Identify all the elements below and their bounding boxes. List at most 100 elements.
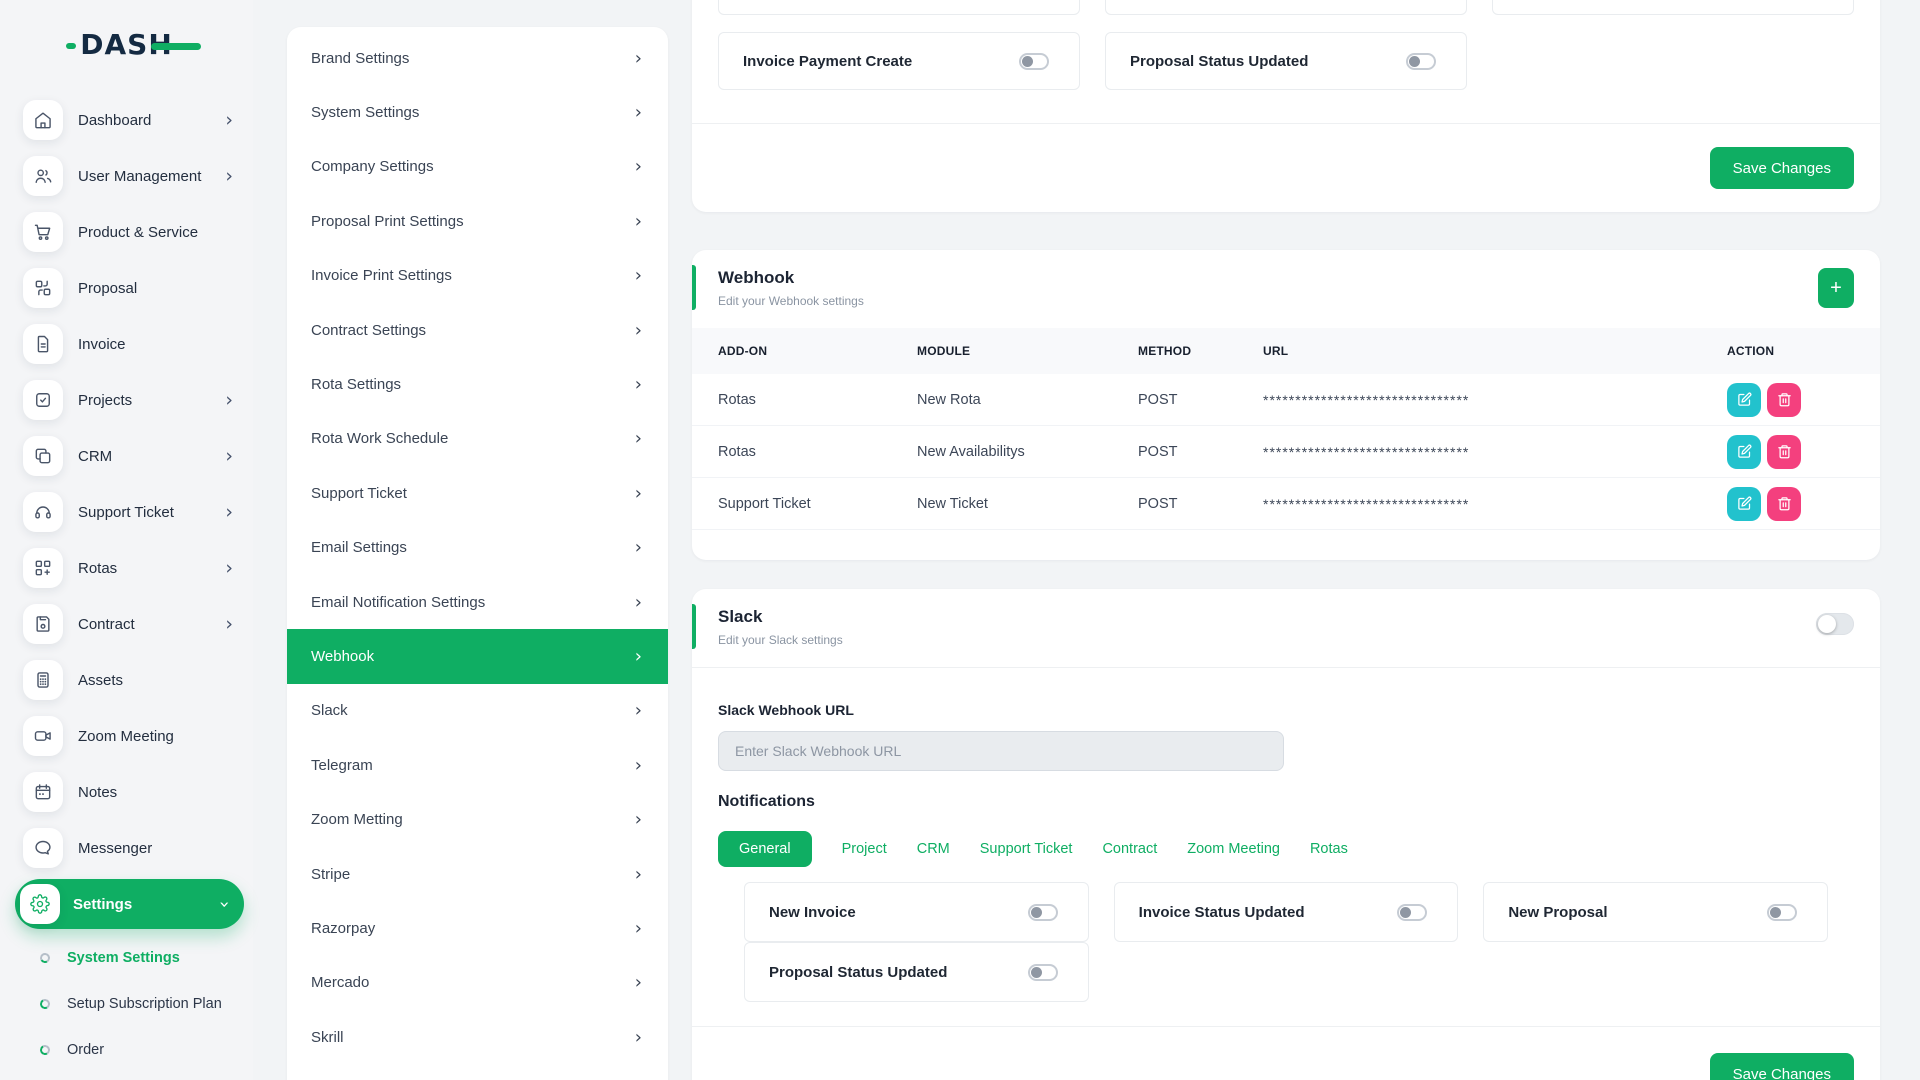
sidebar-item[interactable]: User Management › (0, 148, 253, 204)
webhook-card-header: Webhook Edit your Webhook settings + (692, 250, 1880, 328)
settings-menu-item[interactable]: Email Settings › (287, 521, 668, 575)
notification-tab[interactable]: CRM (917, 841, 950, 857)
edit-button[interactable] (1727, 487, 1761, 521)
notification-tab[interactable]: General (718, 831, 812, 867)
edit-button[interactable] (1727, 383, 1761, 417)
chevron-right-icon: › (635, 864, 642, 885)
slack-webhook-url-input[interactable] (718, 731, 1284, 771)
notification-tab[interactable]: Zoom Meeting (1187, 841, 1280, 857)
settings-menu-item[interactable]: Zoom Metting › (287, 792, 668, 846)
card-footer: Save Changes (692, 123, 1880, 212)
settings-menu-item[interactable]: Razorpay › (287, 901, 668, 955)
settings-menu-item-label: Webhook (311, 648, 374, 665)
notification-tab[interactable]: Contract (1102, 841, 1157, 857)
settings-menu-item[interactable]: Skrill › (287, 1010, 668, 1064)
settings-menu-item[interactable]: Rota Settings › (287, 357, 668, 411)
chevron-right-icon: › (635, 102, 642, 123)
sidebar-item[interactable]: Support Ticket › (0, 484, 253, 540)
cell-module: New Availabilitys (917, 444, 1138, 460)
toggle-switch[interactable] (1019, 53, 1049, 70)
cell-module: New Ticket (917, 496, 1138, 512)
settings-submenu-item[interactable]: Order (0, 1027, 253, 1073)
sidebar-item[interactable]: Messenger › (0, 820, 253, 876)
chevron-right-icon: › (635, 537, 642, 558)
edit-button[interactable] (1727, 435, 1761, 469)
sidebar-item[interactable]: Contract › (0, 596, 253, 652)
settings-menu-item[interactable]: Mercado › (287, 956, 668, 1010)
sidebar-item[interactable]: Assets › (0, 652, 253, 708)
settings-menu-item[interactable]: Contract Settings › (287, 303, 668, 357)
chevron-right-icon: › (225, 111, 233, 130)
settings-menu-item[interactable]: Telegram › (287, 738, 668, 792)
settings-submenu-item[interactable]: System Settings (0, 935, 253, 981)
app-logo[interactable]: DASH (0, 18, 253, 70)
notification-tab[interactable]: Project (842, 841, 887, 857)
chevron-right-icon: › (225, 447, 233, 466)
assets-icon (23, 660, 63, 700)
save-changes-button[interactable]: Save Changes (1710, 147, 1854, 189)
add-webhook-button[interactable]: + (1818, 268, 1854, 308)
toggle-knob (1818, 615, 1836, 633)
settings-menu-item[interactable]: Support Ticket › (287, 466, 668, 520)
settings-menu-item[interactable]: Webhook › (287, 629, 668, 683)
sidebar-item[interactable]: Zoom Meeting › (0, 708, 253, 764)
slack-enable-toggle[interactable] (1816, 613, 1854, 635)
notification-toggle-card: New Proposal (1483, 882, 1828, 942)
toggle-switch[interactable] (1767, 904, 1797, 921)
notification-tabs: General Project CRM Support Ticket Contr… (718, 831, 1854, 867)
chevron-right-icon: › (635, 211, 642, 232)
settings-menu-item[interactable]: Rota Work Schedule › (287, 412, 668, 466)
settings-menu-item[interactable]: Stripe › (287, 847, 668, 901)
slack-card-header: Slack Edit your Slack settings (692, 589, 1880, 668)
chevron-right-icon: › (635, 755, 642, 776)
chevron-right-icon: › (225, 615, 233, 634)
sidebar-item[interactable]: Notes › (0, 764, 253, 820)
sidebar-item[interactable]: Proposal › (0, 260, 253, 316)
save-changes-button[interactable]: Save Changes (1710, 1053, 1854, 1080)
partial-toggle-card (718, 0, 1080, 15)
webhook-table-row: Support Ticket New Ticket POST *********… (692, 478, 1880, 530)
cell-url: ******************************** (1263, 496, 1727, 512)
settings-menu-panel: Brand Settings › System Settings › Compa… (287, 27, 668, 1080)
sidebar-item-label: Settings (73, 896, 221, 913)
submenu-item-label: System Settings (67, 950, 180, 966)
chevron-right-icon: › (635, 972, 642, 993)
notification-tab[interactable]: Support Ticket (980, 841, 1073, 857)
notification-tab[interactable]: Rotas (1310, 841, 1348, 857)
settings-menu-item[interactable]: Invoice Print Settings › (287, 249, 668, 303)
delete-button[interactable] (1767, 435, 1801, 469)
settings-submenu-item[interactable]: Setup Subscription Plan (0, 981, 253, 1027)
notification-toggle-card: New Invoice (744, 882, 1089, 942)
delete-button[interactable] (1767, 487, 1801, 521)
settings-menu-item[interactable]: Proposal Print Settings › (287, 194, 668, 248)
settings-menu-item-label: Rota Settings (311, 376, 401, 393)
cell-module: New Rota (917, 392, 1138, 408)
settings-menu-item[interactable]: Slack › (287, 684, 668, 738)
sidebar-item[interactable]: Product & Service › (0, 204, 253, 260)
partial-toggle-card (1492, 0, 1854, 15)
toggle-switch[interactable] (1406, 53, 1436, 70)
settings-menu-item[interactable]: Company Settings › (287, 140, 668, 194)
sidebar-item[interactable]: Invoice › (0, 316, 253, 372)
sidebar-item[interactable]: Rotas › (0, 540, 253, 596)
chevron-right-icon: › (635, 156, 642, 177)
submenu-item-label: Setup Subscription Plan (67, 996, 222, 1012)
settings-menu-item[interactable]: Brand Settings › (287, 31, 668, 85)
chevron-right-icon: › (635, 592, 642, 613)
sidebar-item[interactable]: CRM › (0, 428, 253, 484)
edit-icon (1737, 392, 1752, 407)
toggle-switch[interactable] (1028, 964, 1058, 981)
invoice-icon (23, 324, 63, 364)
cell-method: POST (1138, 496, 1263, 512)
sidebar-item[interactable]: Projects › (0, 372, 253, 428)
sidebar-item[interactable]: Dashboard › (0, 92, 253, 148)
toggle-switch[interactable] (1397, 904, 1427, 921)
settings-menu-item[interactable]: System Settings › (287, 85, 668, 139)
delete-button[interactable] (1767, 383, 1801, 417)
toggle-card-label: Invoice Status Updated (1139, 904, 1305, 921)
projects-icon (23, 380, 63, 420)
toggle-switch[interactable] (1028, 904, 1058, 921)
sidebar-item-settings[interactable]: Settings › (15, 879, 244, 929)
settings-menu-item-label: Mercado (311, 974, 369, 991)
settings-menu-item[interactable]: Email Notification Settings › (287, 575, 668, 629)
